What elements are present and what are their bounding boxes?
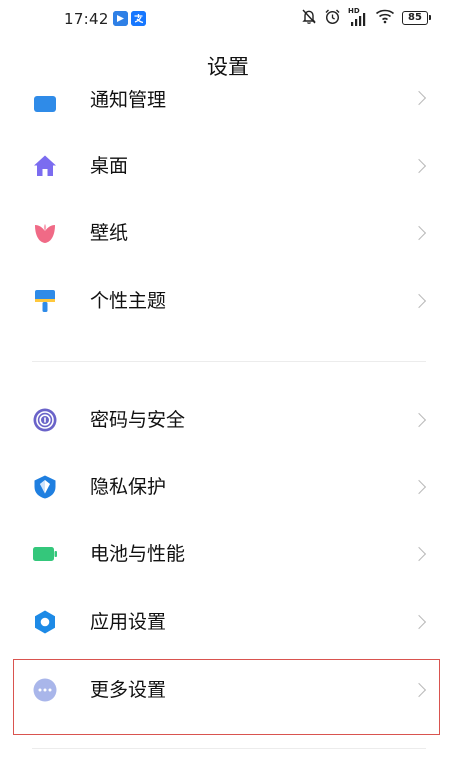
status-indicators: HD 85: [301, 7, 431, 29]
settings-item-privacy[interactable]: 隐私保护: [0, 454, 456, 520]
chevron-right-icon: [411, 293, 427, 309]
alipay-app-icon: [131, 11, 146, 26]
theme-brush-icon: [32, 288, 58, 314]
settings-item-label: 电池与性能: [90, 543, 186, 565]
page-title: 设置: [207, 55, 249, 79]
status-bar: 17:42 HD 85: [0, 0, 456, 38]
battery-indicator: 85: [402, 11, 431, 25]
chevron-right-icon: [411, 90, 427, 106]
chevron-right-icon: [411, 412, 427, 428]
settings-item-wallpaper[interactable]: 壁纸: [0, 200, 456, 266]
chevron-right-icon: [411, 158, 427, 174]
chevron-right-icon: [411, 225, 427, 241]
fingerprint-icon: [32, 407, 58, 433]
settings-item-battery-performance[interactable]: 电池与性能: [0, 521, 456, 587]
settings-item-label: 应用设置: [90, 611, 167, 633]
settings-item-password-security[interactable]: 密码与安全: [0, 387, 456, 453]
gear-icon: [32, 609, 58, 635]
settings-item-themes[interactable]: 个性主题: [0, 268, 456, 334]
mute-bell-icon: [301, 8, 317, 29]
wallpaper-icon: [32, 220, 58, 246]
settings-screen: 17:42 HD 85 设置 通知管理 桌面 壁纸 个性主题 密码与安全 隐私保…: [0, 0, 456, 782]
settings-item-label: 桌面: [90, 155, 129, 177]
privacy-shield-icon: [32, 474, 58, 500]
section-divider: [32, 361, 426, 362]
home-icon: [32, 153, 58, 179]
battery-icon: [32, 541, 58, 567]
wifi-icon: [375, 8, 395, 28]
app-notification-icon: [113, 11, 128, 26]
settings-item-label: 个性主题: [90, 290, 167, 312]
list-bottom-divider: [32, 748, 426, 749]
settings-item-label: 通知管理: [90, 89, 167, 111]
highlight-annotation-box: [13, 659, 440, 735]
chevron-right-icon: [411, 546, 427, 562]
chevron-right-icon: [411, 614, 427, 630]
settings-item-desktop[interactable]: 桌面: [0, 133, 456, 199]
settings-item-label: 壁纸: [90, 222, 129, 244]
status-time: 17:42: [64, 10, 109, 28]
settings-item-label: 隐私保护: [90, 476, 167, 498]
settings-item-app-settings[interactable]: 应用设置: [0, 589, 456, 655]
notification-icon: [32, 94, 58, 113]
settings-item-label: 密码与安全: [90, 409, 186, 431]
chevron-right-icon: [411, 479, 427, 495]
alarm-clock-icon: [324, 8, 341, 29]
cellular-signal-icon: HD: [348, 7, 368, 27]
settings-item-notifications[interactable]: 通知管理: [0, 83, 456, 113]
